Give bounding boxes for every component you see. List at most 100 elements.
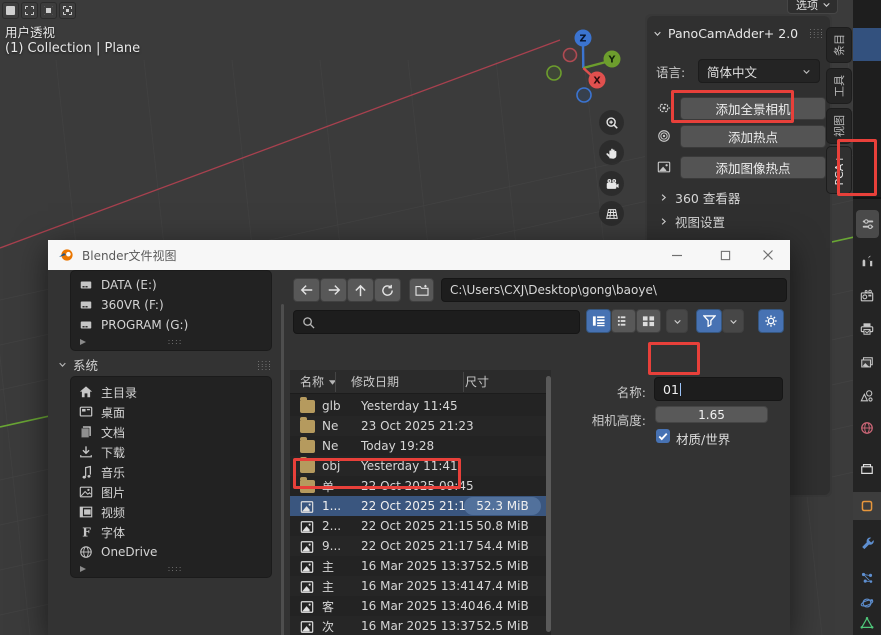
outliner-selected-row[interactable] bbox=[853, 28, 881, 61]
view-thumbnails-button[interactable] bbox=[636, 309, 661, 333]
volumes-box: DATA (E:)360VR (F:)PROGRAM (G:):::: bbox=[70, 270, 272, 351]
maximize-button[interactable] bbox=[708, 240, 742, 270]
properties-tab-collection[interactable] bbox=[853, 455, 881, 483]
minimize-button[interactable] bbox=[660, 240, 694, 270]
table-row[interactable]: 1...22 Oct 2025 21:1752.3 MiB bbox=[290, 496, 551, 516]
zoom-button[interactable] bbox=[599, 110, 624, 135]
table-row[interactable]: 次16 Mar 2025 13:3752.5 MiB bbox=[290, 616, 551, 635]
scene-icon bbox=[860, 389, 874, 403]
system-item[interactable]: 桌面 bbox=[71, 402, 271, 422]
sidebar-tab-pca+[interactable]: PCA+ bbox=[826, 146, 852, 194]
table-row[interactable]: 主16 Mar 2025 13:3752.5 MiB bbox=[290, 556, 551, 576]
volumes-expand-handle[interactable]: :::: bbox=[71, 335, 271, 348]
axis-x-neg-ball[interactable] bbox=[564, 49, 577, 62]
close-button[interactable] bbox=[751, 240, 785, 270]
axis-z-neg-ball[interactable] bbox=[577, 88, 591, 102]
system-item[interactable]: F字体 bbox=[71, 522, 271, 542]
volume-item[interactable]: PROGRAM (G:) bbox=[71, 315, 271, 335]
properties-tab-viewlayer[interactable] bbox=[853, 349, 881, 377]
system-item[interactable]: 主目录 bbox=[71, 382, 271, 402]
system-expand-handle[interactable]: :::: bbox=[71, 562, 271, 575]
chevron-right-icon bbox=[659, 217, 668, 226]
render-icon bbox=[860, 289, 874, 303]
column-size[interactable]: 尺寸 bbox=[465, 373, 489, 390]
file-size: 50.8 MiB bbox=[464, 517, 541, 535]
view-horizontal-list-button[interactable] bbox=[611, 309, 636, 333]
sidebar-tab-视图[interactable]: 视图 bbox=[826, 108, 852, 144]
options-dropdown[interactable]: 选项 bbox=[787, 0, 838, 14]
camera-view-button[interactable] bbox=[599, 171, 624, 196]
system-item[interactable]: OneDrive bbox=[71, 542, 271, 562]
path-field[interactable]: C:\Users\CXJ\Desktop\gong\baoye\ bbox=[441, 278, 787, 302]
section-drag-dots[interactable]: :::::::: bbox=[257, 360, 272, 370]
panel-header[interactable]: PanoCamAdder+ 2.0 :::::::: bbox=[653, 22, 824, 44]
volume-item[interactable]: 360VR (F:) bbox=[71, 295, 271, 315]
sidebar-tab-条目[interactable]: 条目 bbox=[826, 27, 852, 63]
table-row[interactable]: 9...22 Oct 2025 21:1754.4 MiB bbox=[290, 536, 551, 556]
properties-tab-scene[interactable] bbox=[853, 382, 881, 410]
table-row[interactable]: NeToday 19:28 bbox=[290, 436, 551, 456]
table-row[interactable]: glbYesterday 11:45 bbox=[290, 396, 551, 416]
modifiers-icon bbox=[860, 536, 874, 550]
axis-y-neg-ball[interactable] bbox=[547, 66, 561, 80]
add-image-hotspot-button[interactable]: 添加图像热点 bbox=[680, 156, 826, 179]
refresh-button[interactable] bbox=[374, 278, 401, 302]
display-settings-dropdown[interactable] bbox=[666, 309, 688, 333]
table-row[interactable]: 主16 Mar 2025 13:4147.4 MiB bbox=[290, 576, 551, 596]
new-folder-button[interactable] bbox=[409, 278, 434, 302]
properties-tab-world[interactable] bbox=[853, 414, 881, 442]
select-solid-icon[interactable] bbox=[2, 2, 19, 19]
add-hotspot-button[interactable]: 添加热点 bbox=[680, 125, 826, 148]
volume-item[interactable]: DATA (E:) bbox=[71, 275, 271, 295]
system-item[interactable]: 图片 bbox=[71, 482, 271, 502]
filter-dropdown[interactable] bbox=[722, 309, 744, 333]
table-row[interactable]: objYesterday 11:41 bbox=[290, 456, 551, 476]
select-dashed-icon[interactable] bbox=[21, 2, 38, 19]
collapsed-section-view-settings[interactable]: 视图设置 bbox=[659, 212, 820, 230]
view-vertical-list-button[interactable] bbox=[586, 309, 611, 333]
properties-tab-mesh-data[interactable] bbox=[853, 609, 881, 635]
back-button[interactable] bbox=[293, 278, 320, 302]
navigation-gizmo[interactable]: Z Y X bbox=[540, 25, 632, 109]
system-item[interactable]: 下载 bbox=[71, 442, 271, 462]
file-name: 单 bbox=[322, 478, 348, 495]
table-row[interactable]: Ne23 Oct 2025 21:23 bbox=[290, 416, 551, 436]
pan-hand-button[interactable] bbox=[599, 140, 624, 165]
material-world-checkbox[interactable] bbox=[656, 429, 670, 443]
column-name[interactable]: 名称 bbox=[300, 373, 324, 390]
collapsed-section-viewer360[interactable]: 360 查看器 bbox=[659, 188, 820, 206]
table-row[interactable]: 2...22 Oct 2025 21:1550.8 MiB bbox=[290, 516, 551, 536]
properties-tab-render[interactable] bbox=[853, 282, 881, 310]
properties-tab-object[interactable] bbox=[853, 492, 881, 520]
properties-tab-particles[interactable] bbox=[853, 564, 881, 592]
dialog-titlebar[interactable]: Blender文件视图 bbox=[48, 240, 790, 270]
language-dropdown[interactable]: 简体中文 bbox=[698, 59, 820, 83]
select-dotted-icon[interactable] bbox=[59, 2, 76, 19]
system-item[interactable]: 文档 bbox=[71, 422, 271, 442]
properties-tab-properties-editor[interactable] bbox=[856, 210, 879, 238]
list-scrollbar[interactable] bbox=[546, 376, 551, 632]
column-date[interactable]: 修改日期 bbox=[351, 373, 399, 390]
camera-height-field[interactable]: 1.65 bbox=[655, 406, 768, 423]
search-input[interactable] bbox=[293, 310, 580, 334]
properties-tab-output[interactable] bbox=[853, 315, 881, 343]
up-directory-button[interactable] bbox=[347, 278, 374, 302]
filename-input[interactable]: 01 bbox=[654, 377, 783, 401]
panel-drag-dots[interactable]: :::::::: bbox=[809, 28, 824, 38]
forward-button[interactable] bbox=[320, 278, 347, 302]
system-item[interactable]: 音乐 bbox=[71, 462, 271, 482]
system-item[interactable]: 视频 bbox=[71, 502, 271, 522]
sidebar-scrollbar[interactable] bbox=[281, 304, 284, 635]
add-pano-camera-button[interactable]: 添加全景相机 bbox=[680, 97, 826, 120]
settings-gear-button[interactable] bbox=[758, 309, 784, 333]
select-center-icon[interactable] bbox=[40, 2, 57, 19]
properties-tab-tool[interactable] bbox=[853, 247, 881, 275]
tool-icon bbox=[860, 254, 874, 268]
table-row[interactable]: 单22 Oct 2025 09:45 bbox=[290, 476, 551, 496]
sidebar-tab-工具[interactable]: 工具 bbox=[826, 68, 852, 104]
filter-button[interactable] bbox=[696, 309, 722, 333]
table-row[interactable]: 客16 Mar 2025 13:4046.4 MiB bbox=[290, 596, 551, 616]
properties-tab-modifiers[interactable] bbox=[853, 529, 881, 557]
grid-ortho-button[interactable] bbox=[599, 201, 624, 226]
system-section-header[interactable]: 系统 :::::::: bbox=[58, 355, 272, 374]
